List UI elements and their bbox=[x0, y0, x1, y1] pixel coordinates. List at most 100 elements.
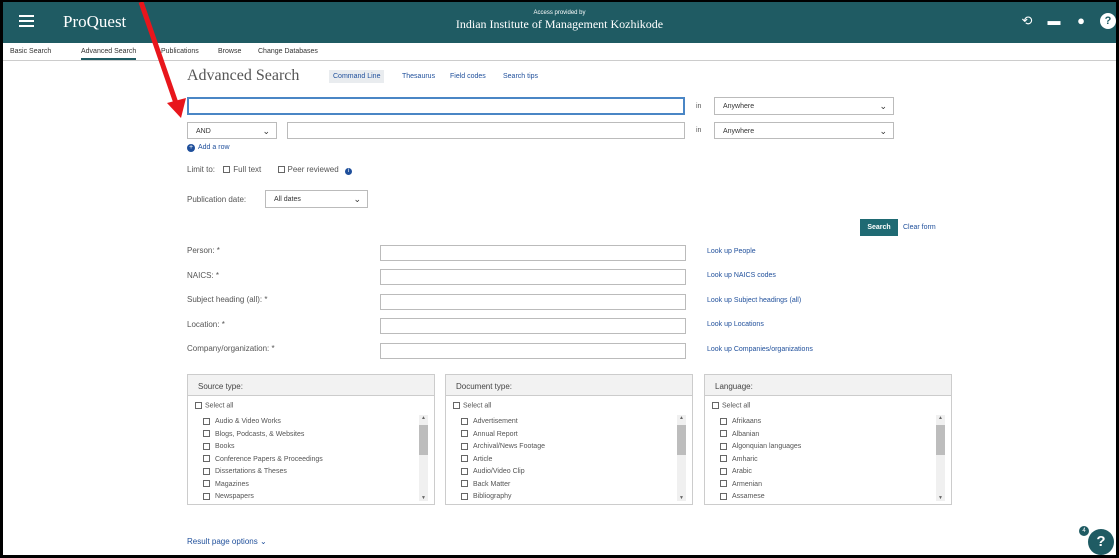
subject-heading-label: Subject heading (all): * bbox=[187, 295, 268, 304]
top-icons: ⟲ ▬ ● ? bbox=[1019, 13, 1116, 29]
list-item[interactable]: Dissertations & Theses bbox=[203, 466, 323, 479]
publication-date-value: All dates bbox=[274, 196, 301, 203]
user-icon[interactable]: ● bbox=[1073, 13, 1089, 29]
list-item[interactable]: Conference Papers & Proceedings bbox=[203, 454, 323, 467]
location-label: Location: * bbox=[187, 320, 225, 329]
list-item[interactable]: Assamese bbox=[720, 491, 801, 504]
list-item[interactable]: Back Matter bbox=[461, 479, 545, 492]
search-button[interactable]: Search bbox=[860, 219, 898, 236]
history-icon[interactable]: ⟲ bbox=[1019, 13, 1035, 29]
lookup-subject-headings-link[interactable]: Look up Subject headings (all) bbox=[707, 297, 801, 304]
document-type-title: Document type: bbox=[446, 375, 692, 396]
select-all-checkbox[interactable] bbox=[712, 402, 719, 409]
in-label-1: in bbox=[696, 103, 702, 110]
field-select-1[interactable]: Anywhere ⌄ bbox=[714, 97, 894, 115]
select-all-label: Select all bbox=[463, 402, 492, 410]
language-panel: Language: Select all Afrikaans Albanian … bbox=[704, 374, 952, 505]
person-input[interactable] bbox=[380, 245, 686, 261]
list-item[interactable]: Bibliography bbox=[461, 491, 545, 504]
access-banner: Access provided by Indian Institute of M… bbox=[3, 10, 1116, 32]
field-select-1-value: Anywhere bbox=[723, 103, 755, 110]
plus-circle-icon: + bbox=[187, 144, 195, 152]
institution-name: Indian Institute of Management Kozhikode bbox=[455, 17, 664, 31]
source-type-title: Source type: bbox=[188, 375, 434, 396]
source-type-list: Audio & Video Works Blogs, Podcasts, & W… bbox=[203, 416, 323, 504]
scrollbar[interactable]: ▲ ▼ bbox=[677, 415, 686, 501]
select-all-label: Select all bbox=[722, 402, 751, 410]
chevron-down-icon: ⌄ bbox=[259, 537, 267, 546]
list-item[interactable]: Newspapers bbox=[203, 491, 323, 504]
list-item[interactable]: Annual Report bbox=[461, 429, 545, 442]
operator-select[interactable]: AND ⌄ bbox=[187, 122, 277, 139]
thesaurus-link[interactable]: Thesaurus bbox=[402, 73, 435, 80]
list-item[interactable]: Audio & Video Works bbox=[203, 416, 323, 429]
list-item[interactable]: Blogs, Podcasts, & Websites bbox=[203, 429, 323, 442]
document-type-panel: Document type: Select all Advertisement … bbox=[445, 374, 693, 505]
naics-input[interactable] bbox=[380, 269, 686, 285]
scrollbar[interactable]: ▲ ▼ bbox=[419, 415, 428, 501]
peer-reviewed-checkbox[interactable] bbox=[277, 166, 285, 174]
search-term-input-1[interactable] bbox=[187, 97, 685, 115]
limit-to-row: Limit to: Full text Peer reviewed i bbox=[187, 165, 352, 175]
help-chat-button[interactable]: ? bbox=[1088, 529, 1114, 555]
source-select-all[interactable]: Select all bbox=[195, 402, 233, 409]
search-term-input-2[interactable] bbox=[287, 122, 685, 139]
clear-form-link[interactable]: Clear form bbox=[903, 224, 936, 231]
full-text-checkbox[interactable] bbox=[223, 166, 231, 174]
list-item[interactable]: Armenian bbox=[720, 479, 801, 492]
language-title: Language: bbox=[705, 375, 951, 396]
list-item[interactable]: Amharic bbox=[720, 454, 801, 467]
nav-advanced-search[interactable]: Advanced Search bbox=[81, 48, 137, 60]
search-type-nav: Basic Search Advanced Search Publication… bbox=[3, 43, 1116, 61]
info-icon[interactable]: i bbox=[344, 168, 352, 175]
list-item[interactable]: Advertisement bbox=[461, 416, 545, 429]
location-input[interactable] bbox=[380, 318, 686, 334]
subject-heading-input[interactable] bbox=[380, 294, 686, 310]
notification-badge: 4 bbox=[1079, 526, 1089, 536]
select-all-checkbox[interactable] bbox=[453, 402, 460, 409]
chevron-down-icon: ⌄ bbox=[262, 126, 270, 136]
naics-label: NAICS: * bbox=[187, 271, 220, 280]
company-label: Company/organization: * bbox=[187, 344, 275, 353]
help-icon[interactable]: ? bbox=[1100, 13, 1116, 29]
publication-date-select[interactable]: All dates ⌄ bbox=[265, 190, 368, 208]
nav-browse[interactable]: Browse bbox=[218, 48, 241, 55]
top-bar: ProQuest Access provided by Indian Insti… bbox=[3, 2, 1116, 43]
list-item[interactable]: Article bbox=[461, 454, 545, 467]
field-select-2-value: Anywhere bbox=[723, 128, 755, 135]
add-row-button[interactable]: + Add a row bbox=[187, 144, 230, 152]
nav-publications[interactable]: Publications bbox=[161, 48, 199, 55]
lookup-naics-link[interactable]: Look up NAICS codes bbox=[707, 272, 776, 279]
document-select-all[interactable]: Select all bbox=[453, 402, 491, 409]
company-input[interactable] bbox=[380, 343, 686, 359]
list-item[interactable]: Afrikaans bbox=[720, 416, 801, 429]
access-provided-label: Access provided by bbox=[533, 10, 586, 16]
search-tips-link[interactable]: Search tips bbox=[503, 73, 538, 80]
source-type-panel: Source type: Select all Audio & Video Wo… bbox=[187, 374, 435, 505]
folder-icon[interactable]: ▬ bbox=[1046, 13, 1062, 29]
nav-basic-search[interactable]: Basic Search bbox=[10, 48, 51, 55]
list-item[interactable]: Magazines bbox=[203, 479, 323, 492]
language-select-all[interactable]: Select all bbox=[712, 402, 750, 409]
result-page-options-link[interactable]: Result page options ⌄ bbox=[187, 537, 267, 546]
command-line-button[interactable]: Command Line bbox=[329, 70, 385, 83]
lookup-people-link[interactable]: Look up People bbox=[707, 248, 756, 255]
list-item[interactable]: Algonquian languages bbox=[720, 441, 801, 454]
select-all-checkbox[interactable] bbox=[195, 402, 202, 409]
document-type-list: Advertisement Annual Report Archival/New… bbox=[461, 416, 545, 504]
operator-value: AND bbox=[196, 128, 211, 135]
lookup-companies-link[interactable]: Look up Companies/organizations bbox=[707, 346, 813, 353]
list-item[interactable]: Audio/Video Clip bbox=[461, 466, 545, 479]
lookup-locations-link[interactable]: Look up Locations bbox=[707, 321, 764, 328]
list-item[interactable]: Arabic bbox=[720, 466, 801, 479]
page-title: Advanced Search bbox=[187, 67, 300, 84]
nav-change-databases[interactable]: Change Databases bbox=[258, 48, 318, 55]
scrollbar[interactable]: ▲ ▼ bbox=[936, 415, 945, 501]
list-item[interactable]: Archival/News Footage bbox=[461, 441, 545, 454]
list-item[interactable]: Albanian bbox=[720, 429, 801, 442]
field-select-2[interactable]: Anywhere ⌄ bbox=[714, 122, 894, 139]
field-codes-link[interactable]: Field codes bbox=[450, 73, 486, 80]
list-item[interactable]: Books bbox=[203, 441, 323, 454]
chevron-down-icon: ⌄ bbox=[353, 194, 361, 204]
in-label-2: in bbox=[696, 127, 702, 134]
